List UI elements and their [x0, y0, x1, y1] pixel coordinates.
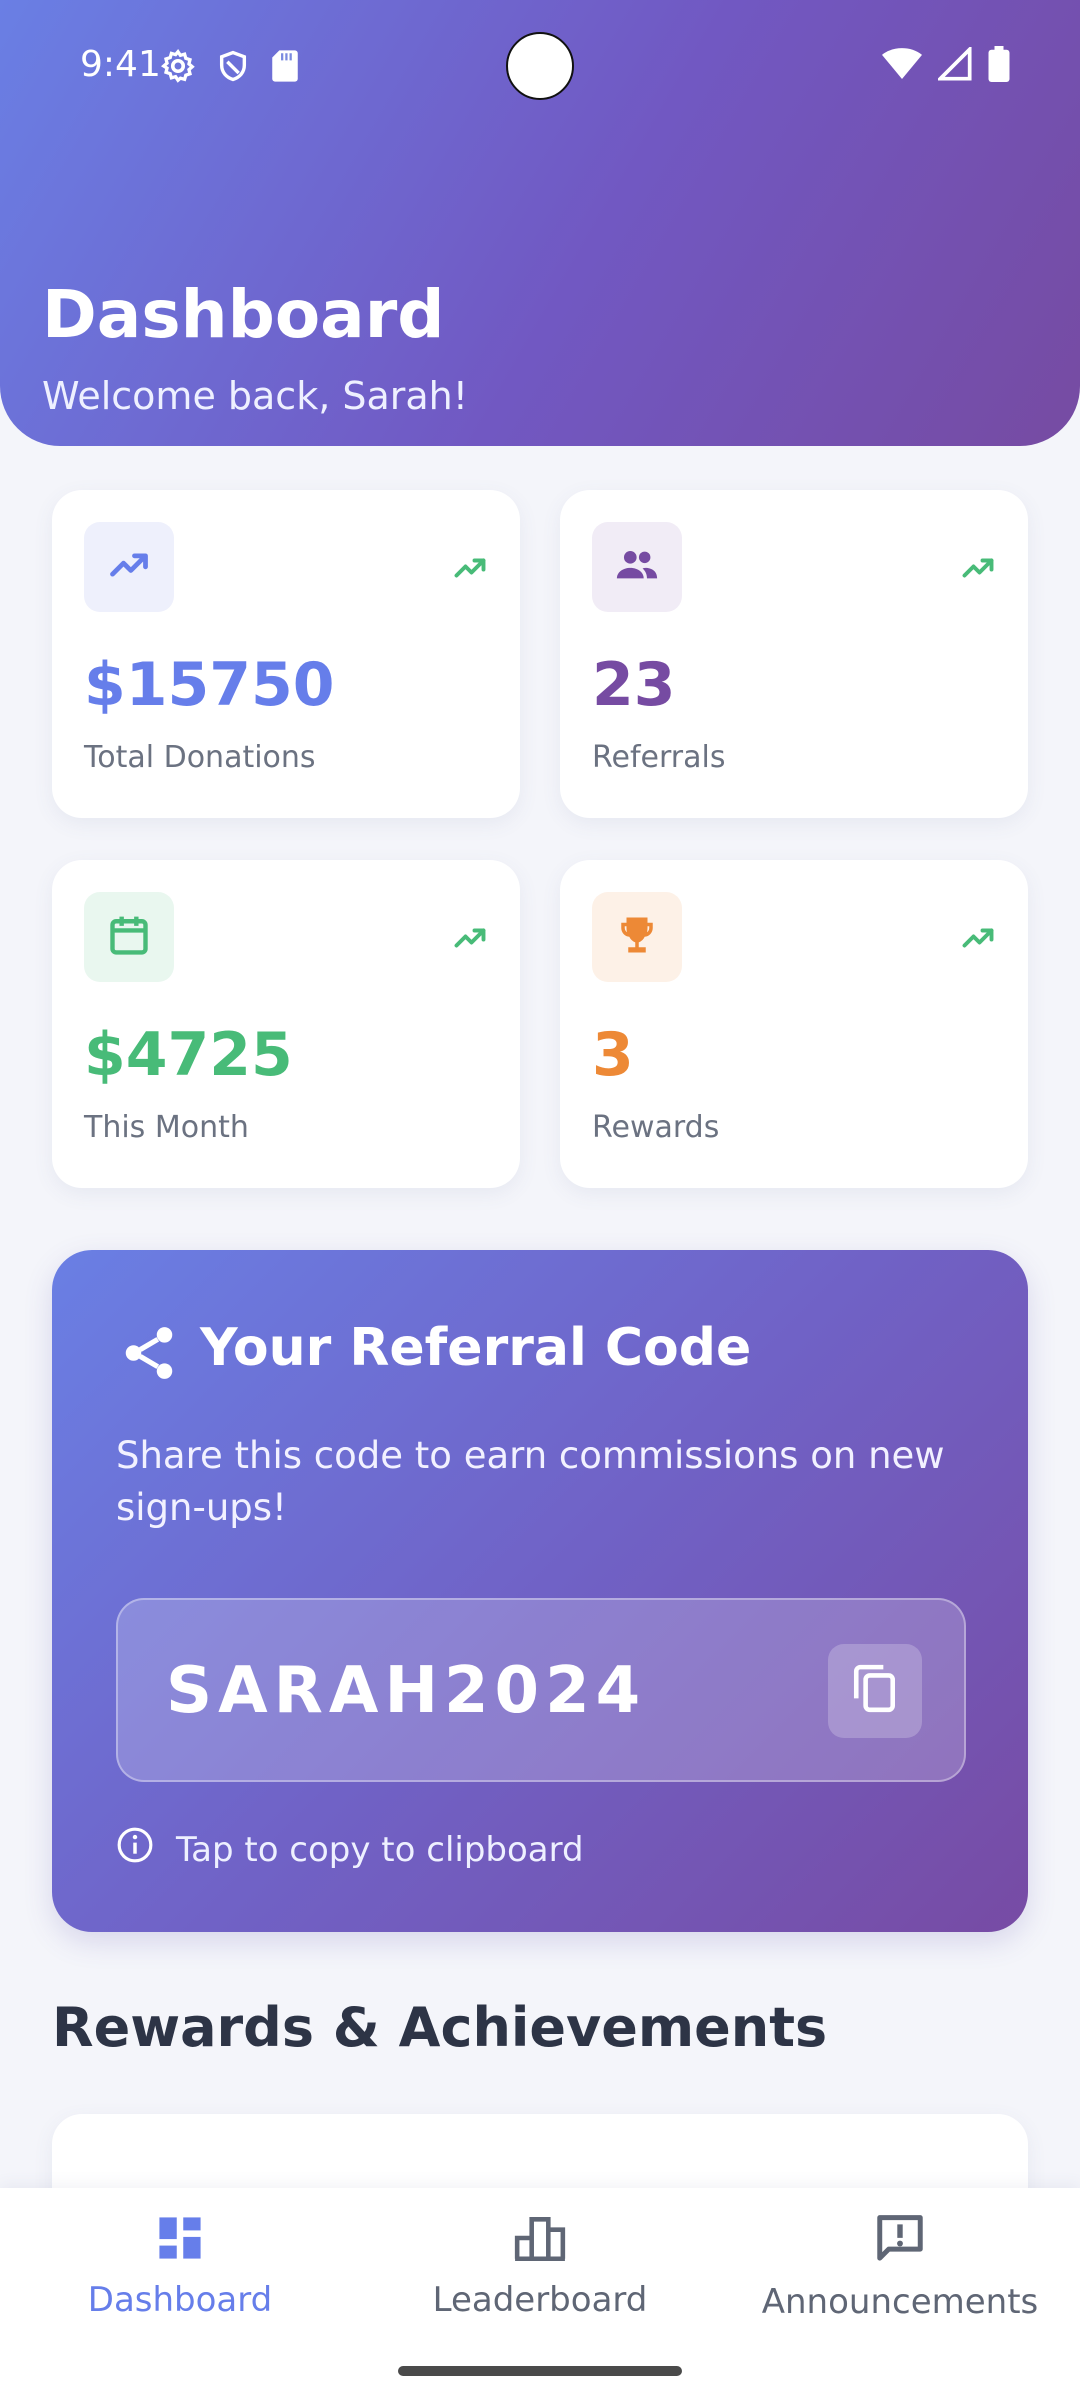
copy-icon — [850, 1664, 900, 1718]
stat-label: Referrals — [592, 740, 726, 775]
header: 9:41 Dashboard Welcome back, Sarah! — [0, 0, 1080, 446]
nav-label: Dashboard — [87, 2280, 273, 2320]
copy-button[interactable] — [828, 1644, 922, 1738]
stat-value: $15750 — [84, 650, 335, 720]
stat-value: $4725 — [84, 1020, 293, 1090]
trend-up-icon — [452, 920, 488, 960]
stat-icon-box — [592, 522, 682, 612]
status-bar: 9:41 — [0, 0, 1080, 130]
trend-up-icon — [960, 550, 996, 590]
copy-hint-text: Tap to copy to clipboard — [176, 1829, 584, 1870]
leaderboard-icon — [513, 2212, 567, 2268]
stat-value: 23 — [592, 650, 676, 720]
stat-icon-box — [592, 892, 682, 982]
rewards-section-title: Rewards & Achievements — [52, 1996, 828, 2059]
trophy-icon — [616, 914, 658, 960]
stat-label: Rewards — [592, 1110, 720, 1145]
stat-card-this-month[interactable]: $4725 This Month — [52, 860, 520, 1188]
stat-label: Total Donations — [84, 740, 316, 775]
gear-icon — [160, 48, 196, 88]
nav-label: Leaderboard — [432, 2280, 648, 2320]
nav-item-leaderboard[interactable]: Leaderboard — [360, 2212, 720, 2320]
referral-code-box[interactable]: SARAH2024 — [116, 1598, 966, 1782]
dashboard-icon — [154, 2212, 206, 2268]
trending-up-icon — [107, 543, 151, 591]
shield-icon — [216, 48, 250, 88]
referral-title: Your Referral Code — [200, 1318, 752, 1378]
wifi-icon — [882, 47, 922, 85]
welcome-subtitle: Welcome back, Sarah! — [42, 374, 468, 418]
stat-label: This Month — [84, 1110, 249, 1145]
home-indicator[interactable] — [398, 2366, 682, 2376]
copy-hint: Tap to copy to clipboard — [116, 1826, 584, 1873]
trend-up-icon — [452, 550, 488, 590]
stat-card-referrals[interactable]: 23 Referrals — [560, 490, 1028, 818]
calendar-icon — [107, 913, 151, 961]
referral-card: Your Referral Code Share this code to ea… — [52, 1250, 1028, 1932]
trend-up-icon — [960, 920, 996, 960]
stat-icon-box — [84, 522, 174, 612]
stat-icon-box — [84, 892, 174, 982]
referral-code[interactable]: SARAH2024 — [166, 1654, 646, 1728]
stat-value: 3 — [592, 1020, 634, 1090]
signal-icon — [935, 44, 972, 85]
info-icon — [116, 1826, 154, 1873]
people-icon — [614, 542, 660, 592]
referral-description: Share this code to earn commissions on n… — [116, 1434, 945, 1529]
status-icons-right — [882, 44, 1010, 86]
page-title: Dashboard — [42, 276, 445, 353]
stat-card-rewards[interactable]: 3 Rewards — [560, 860, 1028, 1188]
sd-card-icon — [270, 49, 300, 87]
nav-item-dashboard[interactable]: Dashboard — [0, 2212, 360, 2320]
battery-icon — [988, 46, 1010, 86]
camera-cutout — [506, 32, 574, 100]
share-icon — [118, 1322, 180, 1388]
announcement-icon — [873, 2212, 927, 2270]
stat-card-total-donations[interactable]: $15750 Total Donations — [52, 490, 520, 818]
nav-item-announcements[interactable]: Announcements — [720, 2212, 1080, 2322]
status-icons-left — [160, 48, 300, 88]
nav-label: Announcements — [761, 2282, 1039, 2322]
status-time: 9:41 — [80, 44, 161, 85]
